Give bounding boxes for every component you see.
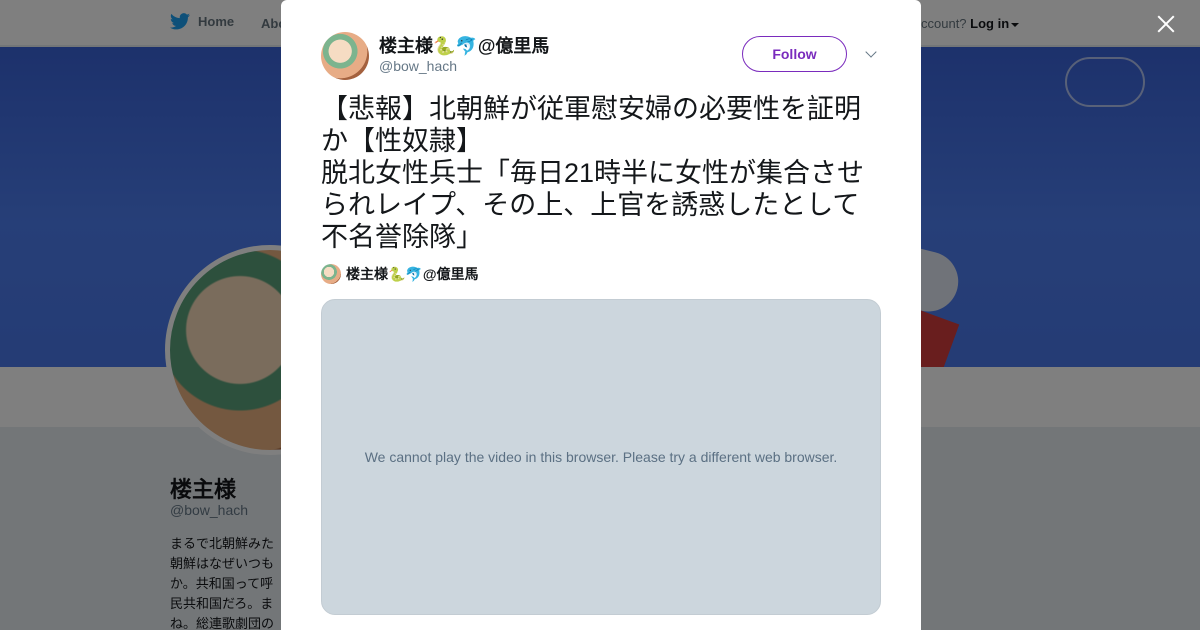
tweet-text: 【悲報】北朝鮮が従軍慰安婦の必要性を証明か【性奴隷】 脱北女性兵士「毎日21時半… (321, 94, 865, 252)
author-handle[interactable]: @bow_hach (379, 58, 457, 74)
follow-button[interactable]: Follow (742, 36, 847, 72)
tweet-modal: 楼主様🐍🐬@億里馬 @bow_hach Follow 【悲報】北朝鮮が従軍慰安婦… (281, 0, 921, 630)
author-avatar[interactable] (321, 32, 369, 80)
quoted-author[interactable]: 楼主様🐍🐬@億里馬 (321, 264, 479, 284)
video-player[interactable]: We cannot play the video in this browser… (321, 299, 881, 615)
author-name[interactable]: 楼主様🐍🐬@億里馬 (379, 32, 549, 58)
close-icon[interactable] (1154, 12, 1178, 36)
chevron-down-icon[interactable] (866, 48, 876, 58)
video-error-message: We cannot play the video in this browser… (364, 449, 838, 465)
quoted-author-avatar (321, 264, 341, 284)
quoted-author-name: 楼主様🐍🐬@億里馬 (346, 266, 479, 282)
